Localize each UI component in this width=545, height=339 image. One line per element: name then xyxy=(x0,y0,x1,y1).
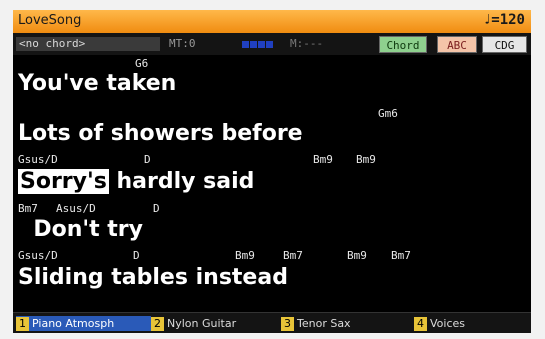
chord-symbol: Bm9 xyxy=(356,153,376,166)
chord-symbol: Bm9 xyxy=(235,249,255,262)
chord-symbol: Bm7 xyxy=(18,202,38,215)
lyric-line: Don't try xyxy=(18,217,143,243)
chord-line: Bm7 Asus/D D xyxy=(13,202,531,215)
track-number: 4 xyxy=(414,317,427,331)
track-name: Voices xyxy=(430,317,466,330)
lyric-text: Don't try xyxy=(18,217,143,242)
chord-line: Gsus/D D Bm9 Bm9 xyxy=(13,153,531,166)
chord-line: G6 xyxy=(13,57,531,70)
mt-label: MT:0 xyxy=(169,37,196,50)
chord-symbol: Gsus/D xyxy=(18,249,58,262)
cdg-button[interactable]: CDG xyxy=(482,36,527,53)
track-1-button[interactable]: 1 Piano Atmosph xyxy=(16,316,151,331)
lyric-line: Sorry's hardly said xyxy=(18,169,254,195)
beat-dot xyxy=(250,41,257,48)
measure-label: M:--- xyxy=(290,37,324,50)
chord-symbol: D xyxy=(133,249,140,262)
current-word-highlight: Sorry's xyxy=(18,169,109,194)
chord-symbol: Bm9 xyxy=(347,249,367,262)
chord-symbol: D xyxy=(153,202,160,215)
lyric-text: You've taken xyxy=(18,71,177,96)
chord-symbol: Gm6 xyxy=(378,107,398,120)
lyric-line: Sliding tables instead xyxy=(18,265,288,291)
chord-button[interactable]: Chord xyxy=(379,36,427,53)
lyric-line: You've taken xyxy=(18,71,176,97)
title-bar: LoveSong ♩=120 xyxy=(13,10,531,33)
lyric-text: Sliding tables instead xyxy=(18,265,288,290)
beat-dot xyxy=(266,41,273,48)
beat-dot xyxy=(242,41,249,48)
info-bar: <no chord> MT:0 M:--- Chord ABC CDG xyxy=(13,33,531,55)
track-name: Piano Atmosph xyxy=(32,317,115,330)
track-name: Tenor Sax xyxy=(297,317,351,330)
track-number: 2 xyxy=(151,317,164,331)
chord-symbol: Bm9 xyxy=(313,153,333,166)
abc-button[interactable]: ABC xyxy=(437,36,477,53)
beat-dot xyxy=(258,41,265,48)
track-bar: 1 Piano Atmosph 2 Nylon Guitar 3 Tenor Sax … xyxy=(13,312,531,333)
track-name: Nylon Guitar xyxy=(167,317,237,330)
lyric-text: Lots of showers before xyxy=(18,121,303,146)
chord-symbol: Bm7 xyxy=(391,249,411,262)
beat-indicator xyxy=(242,41,273,48)
song-title: LoveSong xyxy=(18,13,82,28)
chord-line: Gm6 xyxy=(13,107,531,120)
tempo-display[interactable]: ♩=120 xyxy=(483,12,525,28)
chord-symbol: Bm7 xyxy=(283,249,303,262)
track-number: 1 xyxy=(16,317,29,331)
chord-symbol: Gsus/D xyxy=(18,153,58,166)
lyric-line: Lots of showers before xyxy=(18,121,303,147)
lyric-text: hardly said xyxy=(108,169,255,194)
track-4-button[interactable]: 4 Voices xyxy=(414,316,465,331)
track-number: 3 xyxy=(281,317,294,331)
lyrics-screen: LoveSong ♩=120 <no chord> MT:0 M:--- Cho… xyxy=(13,10,531,333)
chord-symbol: Asus/D xyxy=(56,202,96,215)
track-2-button[interactable]: 2 Nylon Guitar xyxy=(151,316,236,331)
chord-display: <no chord> xyxy=(16,37,160,51)
track-3-button[interactable]: 3 Tenor Sax xyxy=(281,316,351,331)
chord-line: Gsus/D D Bm9 Bm7 Bm9 Bm7 xyxy=(13,249,531,262)
chord-symbol: G6 xyxy=(135,57,149,70)
chord-symbol: D xyxy=(144,153,151,166)
